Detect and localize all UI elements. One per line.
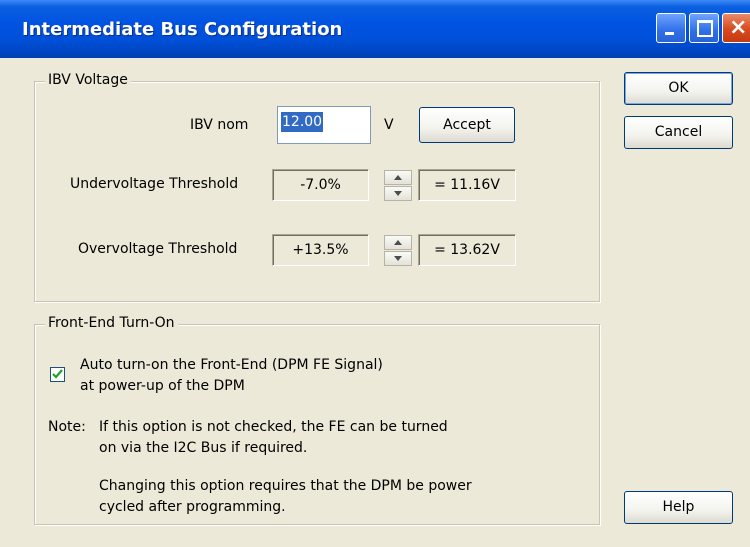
checkmark-icon [52,369,63,379]
change-line2: cycled after programming. [99,499,286,515]
front-end-legend: Front-End Turn-On [45,315,178,331]
overvoltage-result: = 13.62V [418,234,516,266]
arrow-up-icon [394,175,402,180]
overvoltage-label: Overvoltage Threshold [78,241,238,257]
unit-label: V [384,117,394,133]
dialog-window: Intermediate Bus Configuration × IBV Vol… [0,0,750,547]
arrow-down-icon [394,256,402,261]
spin-up-button[interactable] [384,170,412,185]
change-line1: Changing this option requires that the D… [99,478,472,494]
auto-turn-on-checkbox[interactable] [50,367,65,382]
minimize-button[interactable] [656,13,686,43]
undervoltage-label: Undervoltage Threshold [70,176,239,192]
spin-down-button[interactable] [384,186,412,201]
spin-down-button[interactable] [384,251,412,266]
ibv-voltage-legend: IBV Voltage [45,72,131,88]
help-button[interactable]: Help [624,491,733,524]
close-button[interactable]: × [722,13,750,43]
ibv-nom-input[interactable]: 12.00 [277,106,371,144]
window-title: Intermediate Bus Configuration [22,19,343,40]
arrow-down-icon [394,191,402,196]
note-prefix: Note: [48,419,86,435]
ibv-nom-value: 12.00 [281,112,324,132]
undervoltage-result: = 11.16V [418,169,516,201]
change-note: Changing this option requires that the D… [99,476,472,518]
overvoltage-spinner[interactable] [384,235,412,267]
undervoltage-percent: -7.0% [272,169,369,201]
note-text: If this option is not checked, the FE ca… [99,417,448,459]
ibv-nom-label: IBV nom [190,117,249,133]
accept-button[interactable]: Accept [419,107,515,143]
close-icon: × [729,15,748,40]
cancel-button[interactable]: Cancel [624,116,733,149]
auto-turn-on-label[interactable]: Auto turn-on the Front-End (DPM FE Signa… [80,355,383,397]
note-line1: If this option is not checked, the FE ca… [99,419,448,435]
note-line2: on via the I2C Bus if required. [99,440,308,456]
ok-button[interactable]: OK [624,72,733,105]
spin-up-button[interactable] [384,235,412,250]
maximize-button[interactable] [689,13,719,43]
overvoltage-percent: +13.5% [272,234,369,266]
arrow-up-icon [394,240,402,245]
undervoltage-spinner[interactable] [384,170,412,202]
auto-turn-on-line2: at power-up of the DPM [80,378,245,394]
title-bar[interactable]: Intermediate Bus Configuration × [0,0,750,58]
auto-turn-on-line1: Auto turn-on the Front-End (DPM FE Signa… [80,357,383,373]
